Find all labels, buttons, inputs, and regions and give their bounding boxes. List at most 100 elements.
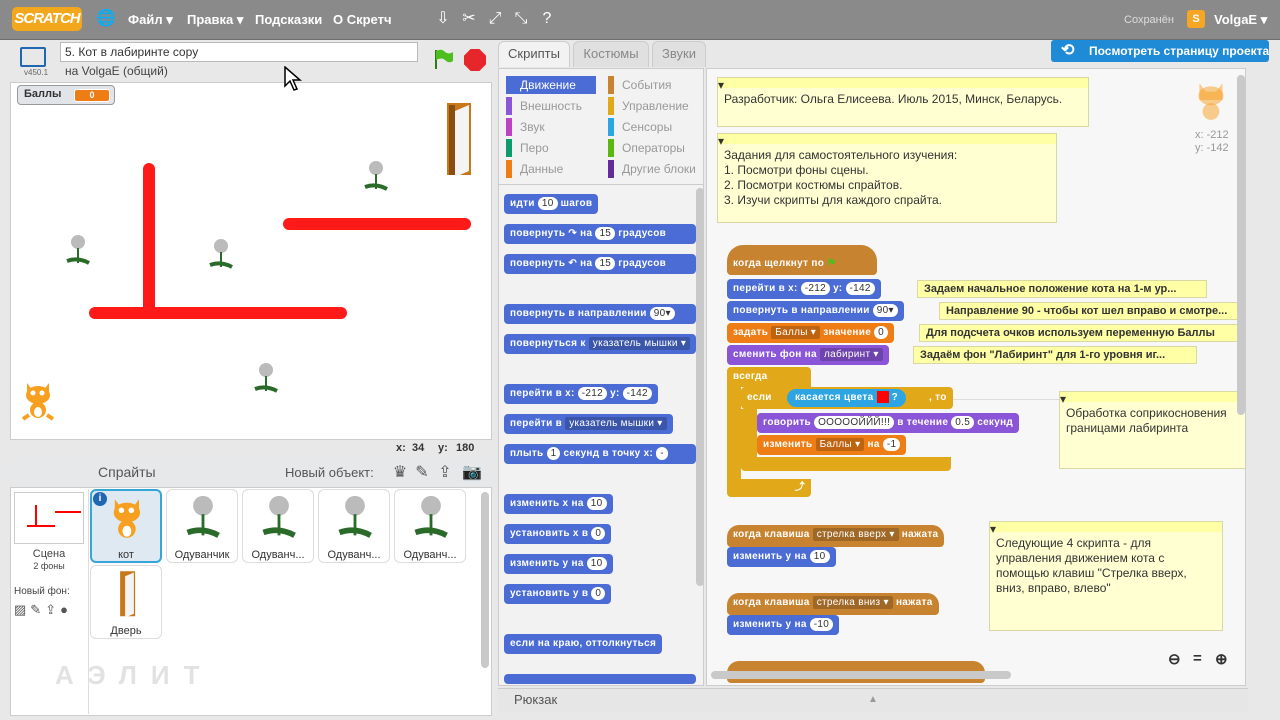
- zoom-in-icon[interactable]: ⊕: [1215, 650, 1228, 668]
- comment-author[interactable]: ▾ Разработчик: Ольга Елисеева. Июль 2015,…: [717, 77, 1089, 127]
- block-set-y[interactable]: установить у в 0: [504, 584, 612, 604]
- user-avatar-icon[interactable]: S: [1187, 10, 1205, 28]
- note-point[interactable]: Направление 90 - чтобы кот шел вправо и …: [939, 302, 1245, 320]
- user-menu[interactable]: VolgaE ▾: [1214, 12, 1267, 28]
- palette-scrollbar[interactable]: [696, 188, 704, 586]
- dandelion-sprite[interactable]: [61, 233, 95, 267]
- category-3[interactable]: Внешность: [506, 97, 596, 115]
- green-flag-icon[interactable]: [432, 48, 454, 70]
- backdrop-tools[interactable]: ▨✎⇪●: [14, 602, 72, 618]
- comment-header[interactable]: ▾: [718, 78, 1088, 92]
- help-icon[interactable]: ?: [538, 10, 556, 28]
- menu-file[interactable]: Файл ▾: [128, 12, 173, 28]
- project-title-input[interactable]: 5. Кот в лабиринте copy: [60, 42, 418, 62]
- category-10[interactable]: Другие блоки: [608, 160, 698, 178]
- dandelion-sprite[interactable]: [249, 361, 283, 395]
- block-partial[interactable]: [504, 674, 696, 684]
- block-turn-right[interactable]: повернуть ↷ на 15 градусов: [504, 224, 696, 244]
- block-turn-left[interactable]: повернуть ↶ на 15 градусов: [504, 254, 696, 274]
- globe-icon[interactable]: 🌐: [96, 10, 116, 28]
- grow-icon[interactable]: ⤢: [486, 10, 504, 28]
- paint-icon[interactable]: ✎: [413, 464, 431, 482]
- dandelion-sprite[interactable]: [204, 237, 238, 271]
- block-change-y-up[interactable]: изменить у на 10: [727, 547, 836, 567]
- note-setvar[interactable]: Для подсчета очков используем переменную…: [919, 324, 1245, 342]
- block-if[interactable]: если касается цвета ? , то: [741, 387, 953, 409]
- tab-costumes[interactable]: Костюмы: [573, 41, 649, 67]
- comment-header[interactable]: ▾: [1060, 392, 1245, 406]
- backdrop-upload-icon[interactable]: ⇪: [45, 602, 60, 617]
- upload-icon[interactable]: ⇪: [436, 464, 454, 482]
- expand-icon[interactable]: ▲: [868, 689, 878, 711]
- menu-edit[interactable]: Правка ▾: [187, 12, 243, 28]
- door-sprite[interactable]: [443, 101, 473, 181]
- backdrop-library-icon[interactable]: ▨: [14, 602, 30, 617]
- block-goto-xy[interactable]: перейти в x: -212 y: -142: [504, 384, 658, 404]
- comment-header[interactable]: ▾: [990, 522, 1222, 536]
- tab-scripts[interactable]: Скрипты: [498, 41, 570, 67]
- sensing-touching-color[interactable]: касается цвета ?: [787, 389, 907, 407]
- zoom-out-icon[interactable]: ⊖: [1168, 650, 1181, 668]
- camera-icon[interactable]: 📷: [462, 464, 482, 482]
- category-1[interactable]: Движение: [506, 76, 596, 94]
- block-switch-backdrop[interactable]: сменить фон на лабиринт ▾: [727, 345, 889, 365]
- menu-tips[interactable]: Подсказки: [255, 12, 322, 27]
- block-point-towards[interactable]: повернуться к указатель мышки ▾: [504, 334, 696, 354]
- comment-tasks[interactable]: ▾ Задания для самостоятельного изучения:…: [717, 133, 1057, 223]
- block-point-direction[interactable]: повернуть в направлении 90▾: [504, 304, 696, 324]
- comment-collision[interactable]: ▾ Обработка соприкосновения границами ла…: [1059, 391, 1245, 469]
- scripts-hscrollbar[interactable]: [711, 671, 1011, 679]
- backpack-bar[interactable]: Рюкзак ▲: [498, 688, 1248, 712]
- note-backdrop[interactable]: Задаём фон "Лабиринт" для 1-го уровня иг…: [913, 346, 1197, 364]
- scripts-vscrollbar[interactable]: [1237, 75, 1245, 415]
- dandelion-sprite[interactable]: [359, 159, 393, 193]
- block-change-variable[interactable]: изменить Баллы ▾ на -1: [757, 435, 907, 455]
- category-2[interactable]: События: [608, 76, 698, 94]
- tab-sounds[interactable]: Звуки: [652, 41, 706, 67]
- block-glide[interactable]: плыть 1 секунд в точку x: -: [504, 444, 696, 464]
- view-project-page-button[interactable]: ⟲ Посмотреть страницу проекта: [1051, 40, 1269, 62]
- category-5[interactable]: Звук: [506, 118, 596, 136]
- sprites-scrollbar[interactable]: [481, 492, 489, 668]
- duplicate-icon[interactable]: ⇩: [434, 10, 452, 28]
- block-change-y[interactable]: изменить у на 10: [504, 554, 613, 574]
- info-icon[interactable]: i: [93, 492, 107, 506]
- stop-icon[interactable]: [464, 49, 486, 71]
- block-point-direction[interactable]: повернуть в направлении 90▾: [727, 301, 904, 321]
- category-9[interactable]: Данные: [506, 160, 596, 178]
- hat-when-key-up[interactable]: когда клавиша стрелка вверх ▾ нажата: [727, 525, 945, 547]
- block-bounce[interactable]: если на краю, оттолкнуться: [504, 634, 663, 654]
- block-say-for[interactable]: говорить ОООООЙЙЙ!!! в течение 0.5 секун…: [757, 413, 1020, 433]
- block-set-variable[interactable]: задать Баллы ▾ значение 0: [727, 323, 895, 343]
- backdrop-paint-icon[interactable]: ✎: [30, 602, 45, 617]
- block-goto[interactable]: перейти в указатель мышки ▾: [504, 414, 673, 434]
- color-swatch[interactable]: [876, 391, 889, 404]
- block-set-x[interactable]: установить х в 0: [504, 524, 612, 544]
- stage-thumbnail[interactable]: [14, 492, 84, 544]
- note-goto[interactable]: Задаем начальное положение кота на 1-м у…: [917, 280, 1207, 298]
- category-8[interactable]: Операторы: [608, 139, 698, 157]
- scripts-area[interactable]: ▾ Разработчик: Ольга Елисеева. Июль 2015,…: [706, 68, 1246, 686]
- backdrop-camera-icon[interactable]: ●: [60, 602, 72, 617]
- sprite-library-icon[interactable]: ♛: [391, 464, 409, 482]
- comment-controls[interactable]: ▾ Следующие 4 скрипта - для управления д…: [989, 521, 1223, 631]
- category-4[interactable]: Управление: [608, 97, 698, 115]
- zoom-reset-icon[interactable]: =: [1193, 650, 1202, 667]
- category-6[interactable]: Сенсоры: [608, 118, 698, 136]
- scratch-logo[interactable]: SCRATCH: [12, 7, 82, 31]
- hat-when-flag-clicked[interactable]: когда щелкнут по ⚑: [727, 245, 877, 275]
- cat-sprite[interactable]: [19, 379, 59, 421]
- hat-when-key-down[interactable]: когда клавиша стрелка вниз ▾ нажата: [727, 593, 939, 615]
- block-goto-xy[interactable]: перейти в х: -212 у: -142: [727, 279, 881, 299]
- fullscreen-icon[interactable]: [20, 47, 46, 67]
- stage[interactable]: Баллы 0: [10, 82, 492, 440]
- block-change-x[interactable]: изменить х на 10: [504, 494, 613, 514]
- delete-icon[interactable]: ✂: [460, 10, 478, 28]
- category-7[interactable]: Перо: [506, 139, 596, 157]
- forever-end[interactable]: ⤴: [727, 479, 811, 497]
- shrink-icon[interactable]: ⤡: [512, 10, 530, 28]
- comment-header[interactable]: ▾: [718, 134, 1056, 148]
- block-move[interactable]: идти 10 шагов: [504, 194, 599, 214]
- menu-about[interactable]: О Скретч: [333, 12, 392, 27]
- block-forever[interactable]: всегда: [727, 367, 811, 387]
